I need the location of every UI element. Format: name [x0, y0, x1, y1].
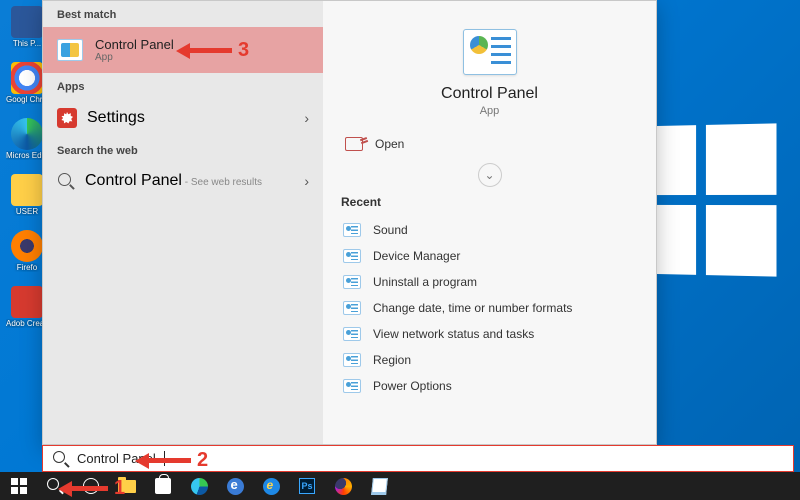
recent-item[interactable]: Device Manager: [341, 243, 638, 269]
section-header-apps: Apps: [43, 73, 323, 99]
edge-icon: [191, 478, 208, 495]
taskbar-app-edge-legacy[interactable]: [218, 472, 252, 500]
control-panel-icon: [343, 275, 361, 289]
taskbar-app-firefox[interactable]: [326, 472, 360, 500]
recent-item-label: Uninstall a program: [373, 275, 477, 289]
chevron-right-icon: ›: [304, 110, 309, 126]
start-search-panel: Best match Control Panel App Apps Settin…: [42, 0, 657, 445]
recent-header: Recent: [341, 195, 638, 209]
taskbar-app-edge[interactable]: [182, 472, 216, 500]
search-icon: [53, 451, 69, 467]
recent-item[interactable]: Sound: [341, 217, 638, 243]
start-button[interactable]: [2, 472, 36, 500]
taskbar-app-notepad[interactable]: [362, 472, 396, 500]
web-result-title: Control Panel: [85, 172, 182, 189]
recent-list: Sound Device Manager Uninstall a program Ch…: [341, 217, 638, 399]
chevron-down-icon[interactable]: ⌄: [478, 163, 502, 187]
recent-item[interactable]: View network status and tasks: [341, 321, 638, 347]
taskbar-app-photoshop[interactable]: Ps: [290, 472, 324, 500]
open-icon: [345, 137, 363, 151]
windows-icon: [11, 478, 27, 494]
recent-item-label: Power Options: [373, 379, 452, 393]
search-result-settings[interactable]: Settings ›: [43, 99, 323, 137]
search-icon: [57, 172, 75, 190]
open-action[interactable]: Open: [341, 123, 638, 161]
annotation-arrow-1: 1: [58, 477, 125, 500]
web-result-suffix: - See web results: [182, 177, 262, 188]
open-label: Open: [375, 137, 404, 151]
edge-legacy-icon: [227, 478, 244, 495]
recent-item-label: Device Manager: [373, 249, 460, 263]
annotation-arrow-3: 3: [176, 39, 249, 62]
control-panel-icon: [343, 301, 361, 315]
taskbar-app-store[interactable]: [146, 472, 180, 500]
recent-item-label: Sound: [373, 223, 408, 237]
photoshop-icon: Ps: [299, 478, 315, 494]
search-result-web[interactable]: Control Panel - See web results ›: [43, 163, 323, 199]
recent-item[interactable]: Region: [341, 347, 638, 373]
recent-item[interactable]: Power Options: [341, 373, 638, 399]
control-panel-icon: [343, 379, 361, 393]
control-panel-icon: [57, 39, 83, 61]
recent-item-label: Region: [373, 353, 411, 367]
control-panel-icon: [343, 327, 361, 341]
recent-item-label: View network status and tasks: [373, 327, 534, 341]
best-match-subtitle: App: [95, 52, 174, 63]
notepad-icon: [371, 478, 388, 495]
control-panel-icon: [343, 249, 361, 263]
ie-icon: [263, 478, 280, 495]
control-panel-icon: [343, 353, 361, 367]
control-panel-icon: [343, 223, 361, 237]
search-results-column: Best match Control Panel App Apps Settin…: [43, 1, 323, 444]
taskbar-app-ie[interactable]: [254, 472, 288, 500]
firefox-icon: [335, 478, 352, 495]
chevron-right-icon: ›: [304, 173, 309, 189]
control-panel-icon: [463, 29, 517, 75]
recent-item[interactable]: Uninstall a program: [341, 269, 638, 295]
settings-icon: [57, 108, 77, 128]
annotation-arrow-2: 2: [135, 449, 208, 472]
best-match-title: Control Panel: [95, 37, 174, 52]
recent-item-label: Change date, time or number formats: [373, 301, 572, 315]
preview-title: Control Panel: [341, 85, 638, 103]
preview-subtitle: App: [341, 105, 638, 117]
section-header-best-match: Best match: [43, 1, 323, 27]
store-icon: [155, 478, 171, 494]
section-header-web: Search the web: [43, 137, 323, 163]
search-preview-pane: Control Panel App Open ⌄ Recent Sound Dev…: [323, 1, 656, 444]
recent-item[interactable]: Change date, time or number formats: [341, 295, 638, 321]
result-label: Settings: [87, 109, 145, 127]
